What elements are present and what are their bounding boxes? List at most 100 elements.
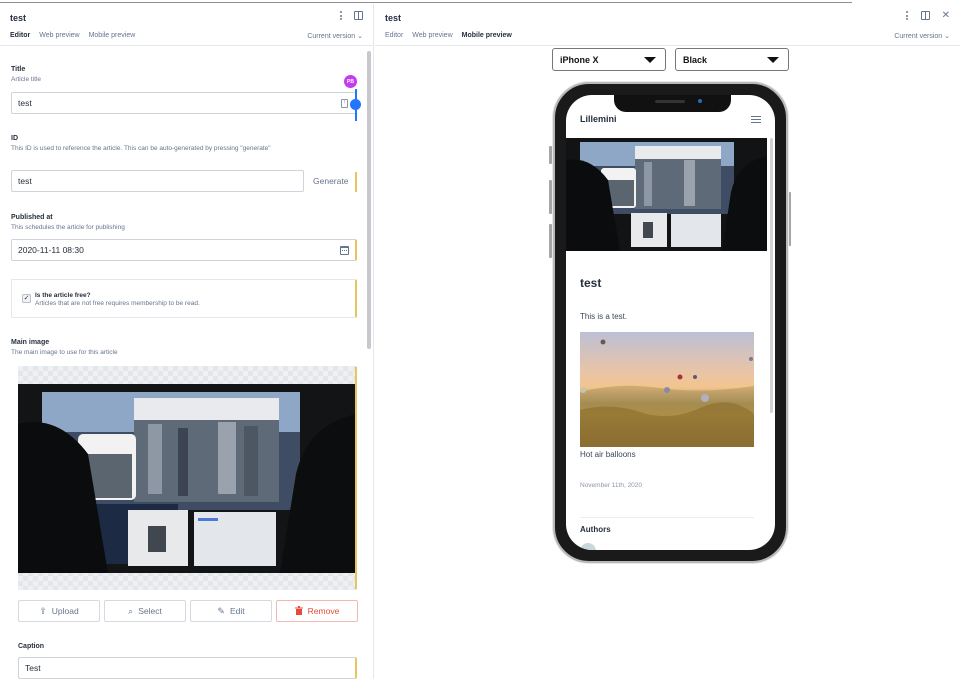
device-select[interactable]: iPhone X: [552, 48, 666, 71]
id-description: This ID is used to reference the article…: [11, 145, 271, 152]
caption-label: Caption: [18, 643, 45, 650]
tab-web-preview[interactable]: Web preview: [39, 32, 79, 39]
main-image-field-header: Main image The main image to use for thi…: [11, 339, 357, 357]
kebab-menu-icon[interactable]: [906, 11, 909, 20]
mobile-publish-date: November 11th, 2020: [580, 482, 643, 489]
chevron-down-icon: ⌄: [944, 33, 950, 40]
tab-web-preview[interactable]: Web preview: [412, 32, 452, 39]
changed-indicator: [355, 172, 357, 192]
id-field-header: ID This ID is used to reference the arti…: [11, 135, 291, 153]
form-scrollbar[interactable]: [367, 51, 371, 349]
photo-people-at-screens: [18, 384, 357, 573]
caption-input[interactable]: Test: [18, 657, 357, 679]
free-description: Articles that are not free requires memb…: [35, 300, 200, 307]
changed-indicator: [355, 658, 357, 678]
preview-pane-actions: ✕: [906, 11, 950, 21]
phone-screen: Lillemini test This is a test. Hot air b…: [566, 95, 775, 550]
close-icon[interactable]: ✕: [942, 11, 950, 21]
upload-button[interactable]: ⇪ Upload: [18, 600, 100, 622]
published-field-header: Published at This schedules the article …: [11, 214, 357, 232]
mobile-article-title: test: [580, 276, 602, 290]
validation-icon[interactable]: !: [341, 99, 348, 108]
pane-actions: [339, 11, 363, 20]
title-field-header: Title Article title: [11, 66, 357, 84]
published-value: 2020-11-11 08:30: [18, 245, 84, 255]
mobile-authors-heading: Authors: [580, 525, 611, 534]
upload-label: Upload: [51, 606, 79, 616]
editor-pane-header: test Editor Web preview Mobile preview C…: [0, 4, 373, 46]
mobile-hero-image: [566, 138, 767, 251]
free-checkbox[interactable]: ✓: [22, 294, 31, 303]
phone-notch: [614, 95, 731, 112]
photo-hot-air-balloons: [580, 339, 754, 447]
mobile-divider: [580, 517, 754, 518]
presence-pencil-icon: [350, 99, 361, 110]
tab-editor[interactable]: Editor: [385, 32, 403, 39]
split-pane-icon[interactable]: [354, 11, 363, 20]
hamburger-menu-icon[interactable]: [751, 116, 761, 123]
dropdown-arrow-icon: [767, 57, 779, 63]
split-pane-icon[interactable]: [920, 11, 930, 20]
presence-avatar[interactable]: PB: [344, 75, 357, 88]
published-description: This schedules the article for publishin…: [11, 224, 125, 231]
tab-editor[interactable]: Editor: [10, 32, 30, 39]
title-description: Article title: [11, 76, 41, 83]
mobile-article-body: This is a test.: [580, 312, 628, 321]
preview-pane-header: test ✕ Editor Web preview Mobile preview…: [375, 4, 960, 46]
id-input[interactable]: test: [11, 170, 304, 192]
caption-value: Test: [25, 663, 41, 673]
mobile-inline-image: [580, 332, 754, 447]
caption-field-header: Caption: [18, 643, 364, 650]
remove-label: Remove: [307, 606, 340, 616]
main-image-description: The main image to use for this article: [11, 349, 118, 356]
select-label: Select: [138, 606, 162, 616]
main-image-preview[interactable]: [18, 366, 357, 590]
pencil-icon: ✎: [217, 605, 225, 616]
document-form: Title Article title PB test ! ID This ID…: [0, 47, 373, 679]
calendar-icon[interactable]: [340, 246, 349, 255]
title-value: test: [18, 98, 32, 108]
changed-indicator: [355, 240, 357, 260]
title-input[interactable]: test !: [11, 92, 357, 114]
editor-pane: test Editor Web preview Mobile preview C…: [0, 4, 374, 679]
preview-title: test: [385, 13, 402, 23]
tab-mobile-preview[interactable]: Mobile preview: [89, 32, 136, 39]
chevron-down-icon: ⌄: [357, 33, 363, 40]
color-select[interactable]: Black: [675, 48, 789, 71]
photo-people-at-screens: [566, 138, 767, 251]
mobile-image-caption: Hot air balloons: [580, 450, 636, 459]
tab-mobile-preview[interactable]: Mobile preview: [462, 32, 512, 39]
upload-icon: ⇪: [39, 605, 47, 616]
version-label: Current version: [894, 33, 943, 40]
changed-indicator: [355, 367, 357, 589]
trash-icon: [294, 605, 303, 617]
window-top-border: [0, 2, 852, 3]
free-label: Is the article free?: [35, 292, 91, 299]
device-select-value: iPhone X: [560, 54, 599, 65]
version-label: Current version: [307, 33, 356, 40]
id-value: test: [18, 176, 32, 186]
id-label: ID: [11, 135, 18, 142]
remove-button[interactable]: Remove: [276, 600, 358, 622]
image-actions: ⇪ Upload ⌕ Select ✎ Edit Remove: [18, 600, 358, 622]
version-selector[interactable]: Current version ⌄: [894, 32, 950, 40]
generate-button[interactable]: Generate: [313, 176, 348, 186]
select-button[interactable]: ⌕ Select: [104, 600, 186, 622]
edit-button[interactable]: ✎ Edit: [190, 600, 272, 622]
mobile-scrollbar[interactable]: [770, 138, 773, 413]
studio-window: test Editor Web preview Mobile preview C…: [0, 0, 960, 679]
version-selector[interactable]: Current version ⌄: [307, 32, 363, 40]
author-avatar[interactable]: [580, 543, 596, 550]
mobile-site-brand[interactable]: Lillemini: [580, 114, 617, 124]
main-image: [18, 384, 357, 573]
published-label: Published at: [11, 214, 53, 221]
title-label: Title: [11, 66, 26, 73]
phone-mute-switch: [549, 146, 552, 164]
published-input[interactable]: 2020-11-11 08:30: [11, 239, 357, 261]
view-tabs: Editor Web preview Mobile preview: [10, 32, 135, 39]
document-title: test: [10, 13, 27, 23]
phone-volume-down: [549, 224, 552, 258]
kebab-menu-icon[interactable]: [339, 11, 342, 20]
search-icon: ⌕: [128, 605, 134, 616]
phone-camera: [698, 99, 702, 103]
